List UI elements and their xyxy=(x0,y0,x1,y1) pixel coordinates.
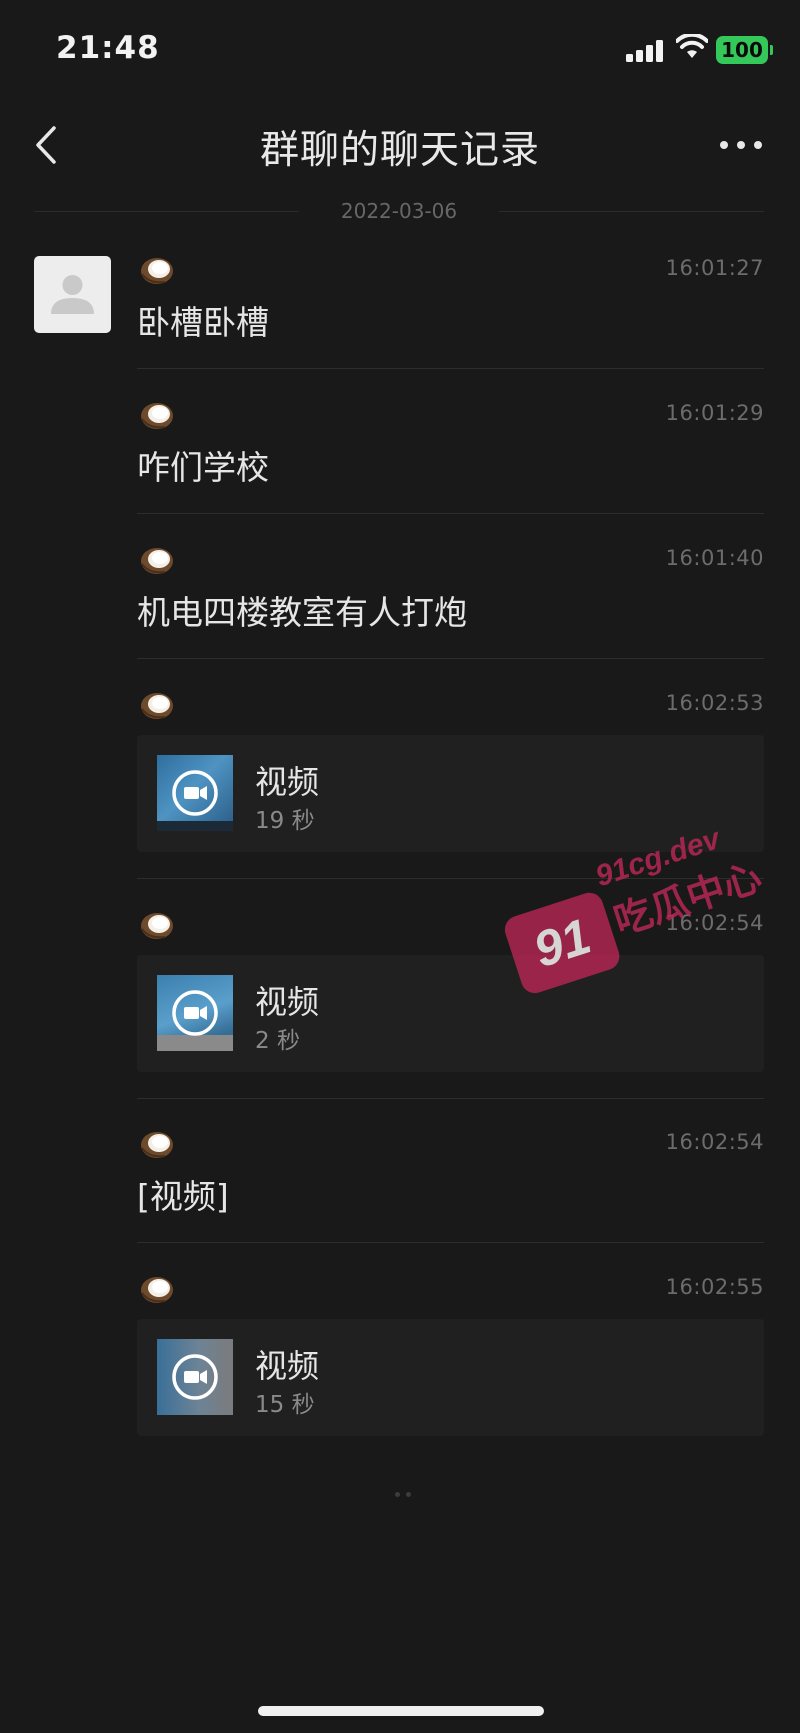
coconut-emoji-icon xyxy=(139,1273,175,1305)
video-play-icon xyxy=(171,1353,219,1401)
wifi-icon xyxy=(676,34,708,58)
message-text: 卧槽卧槽 xyxy=(137,303,269,342)
page-title: 群聊的聊天记录 xyxy=(259,128,540,173)
video-card[interactable]: 视频 15 秒 xyxy=(137,1319,764,1436)
status-bar: 21:48 100 xyxy=(0,0,800,90)
video-title: 视频 xyxy=(255,1347,320,1385)
battery-indicator: 100 xyxy=(716,36,768,64)
home-indicator[interactable] xyxy=(258,1706,544,1716)
coconut-emoji-icon xyxy=(139,254,175,286)
more-options-icon[interactable] xyxy=(718,130,764,160)
video-duration: 2 秒 xyxy=(255,1028,300,1054)
cellular-signal-icon xyxy=(626,38,666,62)
video-thumbnail xyxy=(157,1339,233,1415)
coconut-emoji-icon xyxy=(139,689,175,721)
message-separator xyxy=(137,368,764,369)
message-time: 16:02:55 xyxy=(665,1275,764,1299)
coconut-emoji-icon xyxy=(139,909,175,941)
message-separator xyxy=(137,658,764,659)
message-item[interactable]: 16:01:40 机电四楼教室有人打炮 xyxy=(137,544,764,660)
date-divider: 2022-03-06 xyxy=(34,197,764,227)
default-avatar-icon xyxy=(51,275,94,314)
video-thumbnail xyxy=(157,755,233,831)
message-item[interactable]: 16:01:29 咋们学校 xyxy=(137,399,764,515)
video-title: 视频 xyxy=(255,983,320,1021)
video-title: 视频 xyxy=(255,763,320,801)
message-item[interactable]: 16:02:54 [视频] xyxy=(137,1128,764,1244)
video-play-icon xyxy=(171,989,219,1037)
message-text: [视频] xyxy=(137,1177,229,1216)
message-separator xyxy=(137,1098,764,1099)
message-separator xyxy=(137,1242,764,1243)
battery-tip xyxy=(770,45,773,55)
nav-bar: 群聊的聊天记录 xyxy=(0,100,800,190)
message-item[interactable]: 16:02:55 视频 15 秒 xyxy=(137,1273,764,1443)
message-time: 16:01:29 xyxy=(665,401,764,425)
coconut-emoji-icon xyxy=(139,399,175,431)
video-duration: 19 秒 xyxy=(255,808,315,834)
coconut-emoji-icon xyxy=(139,1128,175,1160)
message-time: 16:02:53 xyxy=(665,691,764,715)
divider-line-right xyxy=(499,211,764,212)
message-text: 机电四楼教室有人打炮 xyxy=(137,593,467,632)
video-play-icon xyxy=(171,769,219,817)
message-item[interactable]: 16:01:27 卧槽卧槽 xyxy=(137,254,764,370)
message-time: 16:01:27 xyxy=(665,256,764,280)
video-thumbnail xyxy=(157,975,233,1051)
status-time: 21:48 xyxy=(56,30,160,66)
message-text: 咋们学校 xyxy=(137,448,269,487)
message-separator xyxy=(137,513,764,514)
video-duration: 15 秒 xyxy=(255,1392,315,1418)
message-time: 16:01:40 xyxy=(665,546,764,570)
message-time: 16:02:54 xyxy=(665,1130,764,1154)
coconut-emoji-icon xyxy=(139,544,175,576)
end-of-list-indicator xyxy=(392,1482,414,1501)
avatar[interactable] xyxy=(34,256,111,333)
